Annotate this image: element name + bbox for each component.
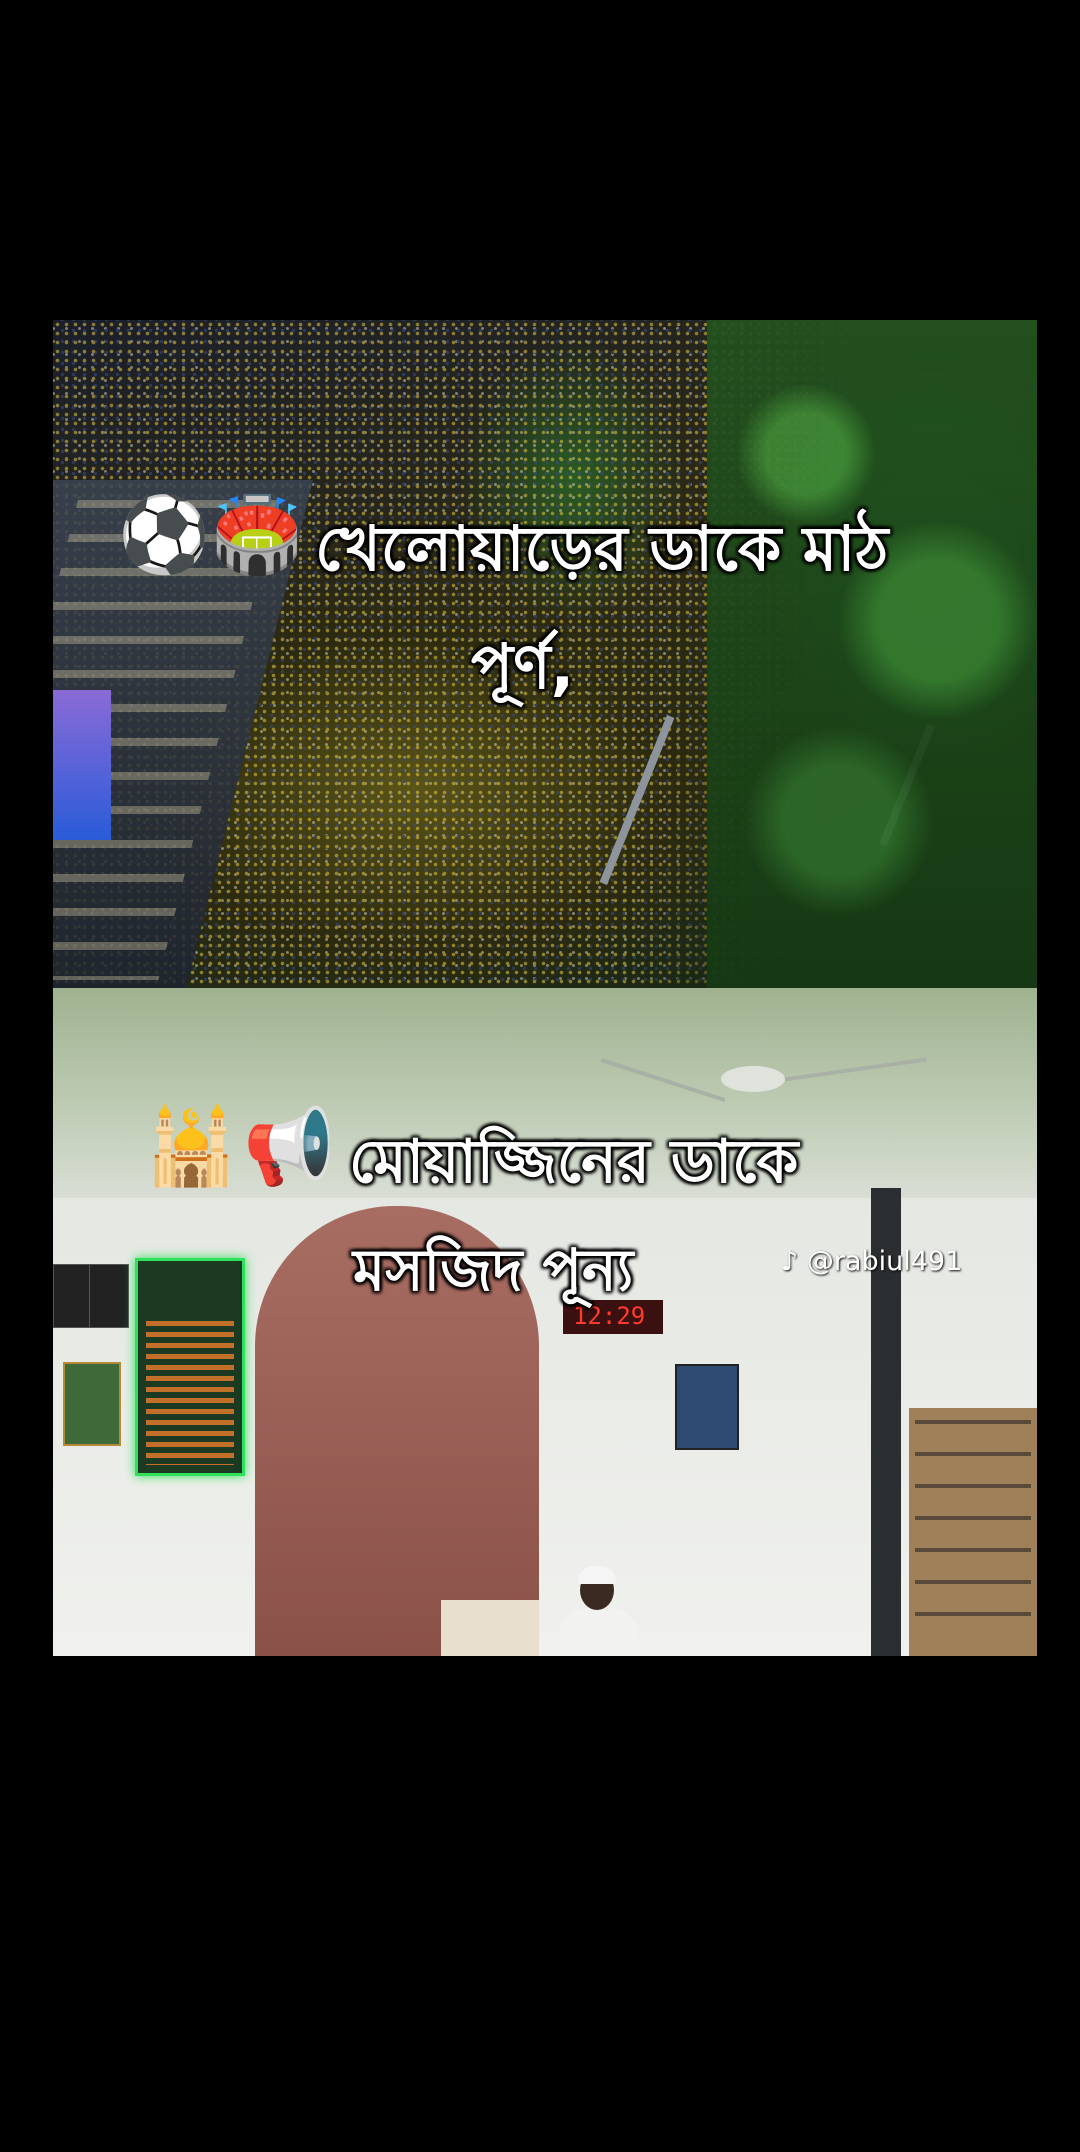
trees bbox=[707, 320, 1037, 988]
ceiling-fan bbox=[721, 1066, 785, 1092]
mosque-icon: 🕌 bbox=[145, 1104, 238, 1190]
bottom-caption-line1: মোয়াজ্জিনের ডাকে bbox=[349, 1127, 799, 1197]
bookshelf bbox=[909, 1408, 1037, 1656]
billboard bbox=[53, 690, 111, 840]
soccer-ball-icon: ⚽ bbox=[118, 492, 211, 578]
mosque-interior-photo: 12:29 🕌 📢 মোয়াজ্জিনের ডাকে মসজিদ পূন্য … bbox=[53, 988, 1037, 1656]
lectern bbox=[441, 1600, 539, 1656]
stadium-crowd-photo: ⚽ 🏟️ খেলোয়াড়ের ডাকে মাঠ পূর্ণ, bbox=[53, 320, 1037, 988]
watermark-handle: @rabiul491 bbox=[806, 1246, 963, 1277]
watermark: ♪ @rabiul491 bbox=[781, 1246, 962, 1277]
top-caption-line1: খেলোয়াড়ের ডাকে মাঠ bbox=[315, 512, 889, 585]
megaphone-icon: 📢 bbox=[243, 1104, 336, 1190]
prayer-cap bbox=[578, 1566, 616, 1584]
bottom-caption-line2: মসজিদ পূন্য bbox=[353, 1236, 634, 1304]
prayer-time-board bbox=[135, 1258, 245, 1476]
wall-picture bbox=[63, 1362, 121, 1446]
person bbox=[559, 1608, 639, 1656]
wall-picture bbox=[675, 1364, 739, 1450]
image-frame: ⚽ 🏟️ খেলোয়াড়ের ডাকে মাঠ পূর্ণ, 12:29 🕌… bbox=[53, 320, 1037, 1656]
wall-clock bbox=[53, 1264, 93, 1328]
top-caption-line2: পূর্ণ, bbox=[471, 630, 575, 703]
stadium-icon: 🏟️ bbox=[211, 492, 304, 578]
tiktok-icon: ♪ bbox=[781, 1246, 799, 1277]
wall-clock bbox=[89, 1264, 129, 1328]
